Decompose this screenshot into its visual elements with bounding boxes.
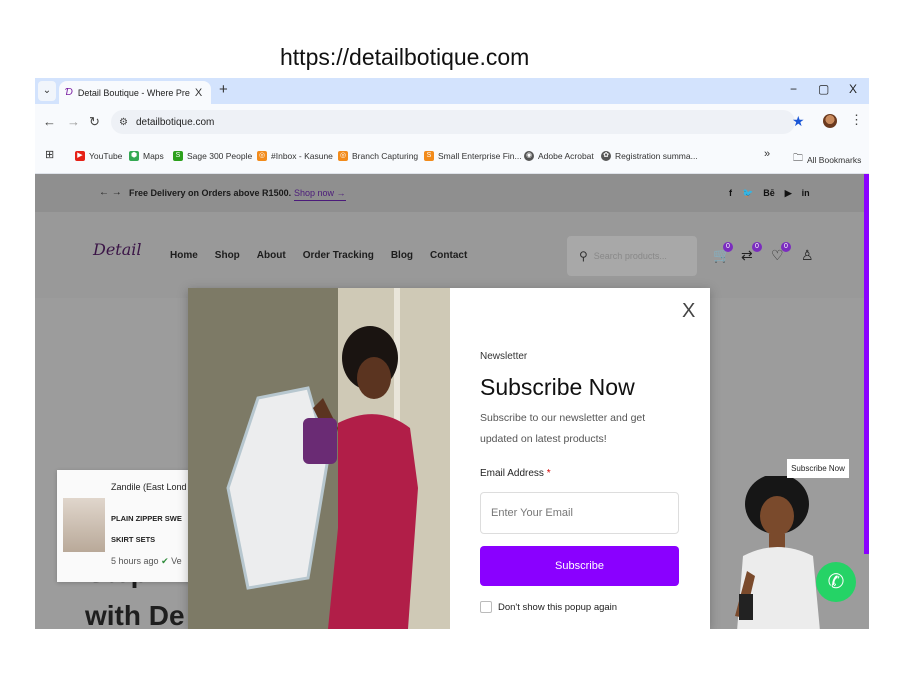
apps-grid-icon[interactable]: ⊞ xyxy=(45,148,54,161)
nav-blog[interactable]: Blog xyxy=(391,250,413,261)
bookmark-registration[interactable]: ✿ Registration summa... xyxy=(601,151,698,161)
product-name: PLAIN ZIPPER SWE SKIRT SETS xyxy=(111,514,182,544)
bookmark-maps[interactable]: ⬢ Maps xyxy=(129,151,164,161)
maps-icon: ⬢ xyxy=(129,151,139,161)
nav-order-tracking[interactable]: Order Tracking xyxy=(303,250,374,261)
dont-show-checkbox[interactable] xyxy=(480,601,492,613)
compare-count-badge: 0 xyxy=(752,242,762,252)
reload-icon[interactable]: ↻ xyxy=(89,114,100,130)
search-icon: ⚲ xyxy=(579,249,588,263)
facebook-icon[interactable]: f xyxy=(729,188,732,199)
twitter-icon[interactable]: 🐦 xyxy=(742,188,753,199)
account-icon[interactable]: ♙ xyxy=(801,247,814,264)
newsletter-label: Newsletter xyxy=(480,351,528,362)
purchase-thumbnail xyxy=(63,498,105,552)
small-enterprise-icon: S xyxy=(424,151,434,161)
nav-home[interactable]: Home xyxy=(170,250,198,261)
bookmark-adobe[interactable]: ◉ Adobe Acrobat xyxy=(524,151,594,161)
promo-arrows-icon[interactable]: ← → xyxy=(99,187,122,198)
newsletter-form: X Newsletter Subscribe Now Subscribe to … xyxy=(450,288,710,629)
url-text: detailbotique.com xyxy=(135,116,215,128)
newsletter-photo xyxy=(188,288,450,629)
subscribe-now-tag[interactable]: Subscribe Now xyxy=(787,459,849,478)
bookmark-sage[interactable]: S Sage 300 People xyxy=(173,151,252,161)
verified-check-icon: ✔ xyxy=(161,556,169,566)
close-window-button[interactable]: X xyxy=(849,82,857,96)
compare-icon[interactable]: ⇄ xyxy=(741,247,753,264)
web-page: ← → Free Delivery on Orders above R1500.… xyxy=(35,174,869,629)
recent-purchase-popup[interactable]: Zandile (East Lond PLAIN ZIPPER SWE SKIRT… xyxy=(57,470,191,582)
new-tab-button[interactable]: + xyxy=(219,81,228,98)
buyer-name: Zandile (East Lond xyxy=(111,482,187,492)
product-search[interactable]: ⚲ Search products... xyxy=(567,236,697,276)
close-icon[interactable]: X xyxy=(682,300,695,323)
nav-shop[interactable]: Shop xyxy=(215,250,240,261)
promo-shop-link[interactable]: Shop now → xyxy=(294,188,346,201)
site-info-icon[interactable]: ⚙ xyxy=(119,117,128,128)
search-placeholder: Search products... xyxy=(593,251,667,261)
cart-count-badge: 0 xyxy=(723,242,733,252)
minimize-button[interactable]: − xyxy=(790,82,797,96)
branch-icon: ◎ xyxy=(338,151,348,161)
address-bar[interactable]: ⚙ detailbotique.com xyxy=(111,110,795,134)
hero-title-line2: with De xyxy=(85,600,185,629)
sage-icon: S xyxy=(173,151,183,161)
nav-about[interactable]: About xyxy=(257,250,286,261)
subscribe-button[interactable]: Subscribe xyxy=(480,546,679,586)
browser-tab[interactable]: Ɗ Detail Boutique - Where Precisi X xyxy=(59,81,211,104)
bookmarks-more-icon[interactable]: » xyxy=(764,148,770,160)
dont-show-option[interactable]: Don't show this popup again xyxy=(480,601,617,613)
chevron-down-icon: ⌄ xyxy=(42,85,52,96)
registration-icon: ✿ xyxy=(601,151,611,161)
purchase-time: 5 hours ago ✔ Ve xyxy=(111,556,182,566)
promo-message: Free Delivery on Orders above R1500. xyxy=(129,188,292,198)
bookmark-youtube[interactable]: ▶ YouTube xyxy=(75,151,122,161)
browser-window: ⌄ Ɗ Detail Boutique - Where Precisi X + … xyxy=(35,78,869,629)
newsletter-title: Subscribe Now xyxy=(480,374,635,400)
youtube-icon: ▶ xyxy=(75,151,85,161)
bookmark-inbox[interactable]: ◎ #Inbox - Kasune xyxy=(257,151,333,161)
site-favicon-icon: Ɗ xyxy=(65,87,73,98)
restore-button[interactable]: ▢ xyxy=(818,82,829,96)
email-label: Email Address * xyxy=(480,468,551,479)
bookmark-star-icon[interactable]: ★ xyxy=(792,113,805,130)
page-caption: https://detailbotique.com xyxy=(280,44,530,70)
profile-avatar[interactable] xyxy=(823,114,837,128)
adobe-icon: ◉ xyxy=(524,151,534,161)
main-nav: Home Shop About Order Tracking Blog Cont… xyxy=(170,250,467,261)
tab-search-button[interactable]: ⌄ xyxy=(38,81,56,101)
newsletter-modal: X Newsletter Subscribe Now Subscribe to … xyxy=(188,288,710,629)
bookmark-small-enterprise[interactable]: S Small Enterprise Fin... xyxy=(424,151,522,161)
tab-strip: ⌄ Ɗ Detail Boutique - Where Precisi X + … xyxy=(35,78,869,104)
back-icon[interactable]: ← xyxy=(43,114,56,129)
nav-contact[interactable]: Contact xyxy=(430,250,467,261)
wishlist-count-badge: 0 xyxy=(781,242,791,252)
dont-show-label: Don't show this popup again xyxy=(498,601,618,613)
site-logo[interactable]: Detail xyxy=(93,240,142,259)
bookmark-branch[interactable]: ◎ Branch Capturing xyxy=(338,151,418,161)
inbox-icon: ◎ xyxy=(257,151,267,161)
required-mark: * xyxy=(546,468,551,479)
tab-close-icon[interactable]: X xyxy=(195,87,202,99)
hero-model-image xyxy=(735,476,820,629)
all-bookmarks[interactable]: 🗀 All Bookmarks xyxy=(793,151,861,168)
site-header: Detail Home Shop About Order Tracking Bl… xyxy=(35,212,869,298)
whatsapp-icon[interactable]: ✆ xyxy=(816,562,856,602)
email-field[interactable] xyxy=(480,492,679,534)
browser-toolbar: ← → ↻ ⚙ detailbotique.com ★ ⋮ xyxy=(35,104,869,140)
bookmarks-bar: ⊞ ▶ YouTube ⬢ Maps S Sage 300 People ◎ #Inbo… xyxy=(35,140,869,174)
forward-icon[interactable]: → xyxy=(67,114,80,129)
social-links: f 🐦 Bē ▶ in xyxy=(729,188,810,199)
promo-bar: ← → Free Delivery on Orders above R1500.… xyxy=(35,174,869,212)
folder-icon: 🗀 xyxy=(793,153,803,164)
youtube-icon[interactable]: ▶ xyxy=(785,188,792,199)
linkedin-icon[interactable]: in xyxy=(802,188,810,199)
tab-title: Detail Boutique - Where Precisi xyxy=(77,87,190,98)
newsletter-description: Subscribe to our newsletter and get upda… xyxy=(480,412,646,445)
side-accent-bar xyxy=(864,174,869,554)
menu-kebab-icon[interactable]: ⋮ xyxy=(850,112,863,128)
behance-icon[interactable]: Bē xyxy=(763,188,775,199)
